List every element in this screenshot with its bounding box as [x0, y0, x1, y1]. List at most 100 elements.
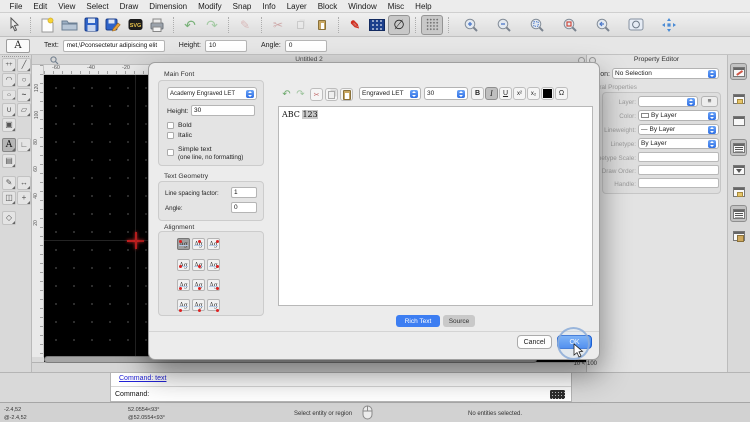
editor-cut-button[interactable]: ✂ [310, 88, 323, 101]
rich-text-editor[interactable]: ABC 123 [278, 106, 593, 306]
dock-list-panel-button[interactable] [730, 139, 747, 156]
zoom-redraw-button[interactable] [559, 15, 581, 35]
color-dropdown[interactable]: By Layer [638, 110, 719, 121]
bold-button[interactable]: B [471, 87, 484, 100]
dock-filter-panel-button[interactable] [730, 161, 747, 178]
underline-button[interactable]: U [499, 87, 512, 100]
zoom-window-button[interactable] [625, 15, 647, 35]
layer-menu-button[interactable]: ≡ [701, 96, 718, 107]
subscript-button[interactable]: x₂ [527, 87, 540, 100]
menu-layer[interactable]: Layer [281, 2, 312, 11]
align-bottom-right-button[interactable]: Ag [207, 279, 220, 291]
dock-property-editor-button[interactable] [730, 63, 747, 80]
menu-help[interactable]: Help [410, 2, 437, 11]
main-font-dropdown[interactable]: Academy Engraved LET [167, 87, 257, 100]
tool-ellipse-button[interactable]: ○ [2, 89, 16, 101]
align-top-center-button[interactable]: Ag [192, 238, 205, 250]
command-line[interactable]: Command: [111, 386, 571, 401]
keyboard-icon[interactable] [550, 390, 565, 399]
dock-library-panel-button[interactable] [730, 183, 747, 200]
menu-info[interactable]: Info [257, 2, 281, 11]
dock-clipboard-panel-button[interactable] [730, 227, 747, 244]
editor-copy-button[interactable] [325, 88, 338, 101]
align-bottom-left-button[interactable]: Ag [177, 279, 190, 291]
menu-modify[interactable]: Modify [193, 2, 228, 11]
geometry-angle-input[interactable] [231, 202, 257, 213]
align-middle-left-button[interactable]: Ag [177, 259, 190, 271]
menu-edit[interactable]: Edit [28, 2, 53, 11]
polyline-settings-button[interactable] [366, 15, 388, 35]
menu-block[interactable]: Block [312, 2, 343, 11]
dock-command-panel-button[interactable] [730, 205, 747, 222]
cut-button[interactable]: ✂ [267, 15, 289, 35]
tool-line-button[interactable]: ╱ [17, 58, 31, 72]
tool-image-button[interactable]: ▤ [2, 154, 16, 168]
menu-window[interactable]: Window [343, 2, 382, 11]
menu-select[interactable]: Select [81, 2, 114, 11]
pen-edit-button[interactable]: ✎ [344, 15, 366, 35]
align-middle-center-button[interactable]: Ag [192, 259, 205, 271]
dock-blank-panel-button[interactable] [730, 112, 747, 129]
pointer-tool-button[interactable] [3, 15, 25, 35]
undo-button[interactable]: ↶ [179, 15, 201, 35]
tool-shape-button[interactable]: ▱ [17, 103, 31, 117]
italic-button[interactable]: I [485, 87, 498, 100]
tool-circle-button[interactable]: ○ [17, 73, 31, 87]
draw-order-input[interactable] [638, 165, 719, 175]
align-top-right-button[interactable]: Ag [207, 238, 220, 250]
layer-dropdown[interactable] [638, 96, 698, 107]
bold-checkbox[interactable] [167, 122, 174, 129]
zoom-auto-button[interactable] [526, 15, 548, 35]
tool-arc-button[interactable]: ◠ [2, 73, 16, 87]
text-color-button[interactable] [541, 87, 554, 100]
menu-misc[interactable]: Misc [382, 2, 409, 11]
rich-text-tab[interactable]: Rich Text [396, 315, 440, 327]
selection-dropdown[interactable]: No Selection [612, 68, 719, 79]
source-tab[interactable]: Source [443, 315, 475, 327]
align-baseline-left-button[interactable]: Ag [177, 299, 190, 312]
tool-measure-button[interactable]: ✎ [2, 176, 16, 190]
cancel-button[interactable]: Cancel [517, 335, 552, 349]
align-top-left-button[interactable]: Ag [177, 238, 190, 250]
align-baseline-right-button[interactable]: Ag [207, 299, 220, 312]
linetype-scale-input[interactable] [638, 152, 719, 162]
snap-free-button[interactable]: ∅ [388, 14, 410, 35]
save-as-button[interactable] [102, 15, 124, 35]
superscript-button[interactable]: x² [513, 87, 526, 100]
menu-file[interactable]: File [4, 2, 28, 11]
align-middle-right-button[interactable]: Ag [207, 259, 220, 271]
angle-input[interactable] [284, 39, 327, 52]
height-input[interactable] [204, 39, 247, 52]
simple-text-checkbox[interactable] [167, 149, 174, 156]
tool-box3d-button[interactable]: ◇ [2, 211, 16, 225]
print-button[interactable] [146, 15, 168, 35]
editor-redo-button[interactable]: ↷ [294, 88, 307, 101]
zoom-pan-button[interactable] [658, 15, 680, 35]
menu-snap[interactable]: Snap [227, 2, 257, 11]
svg-export-button[interactable]: SVG [124, 15, 146, 35]
zoom-out-button[interactable] [493, 15, 515, 35]
tool-hatch-button[interactable]: ▣ [2, 118, 16, 132]
redo-button[interactable]: ↷ [201, 15, 223, 35]
tool-dimension-button[interactable]: ∟ [17, 138, 31, 152]
new-file-button[interactable] [36, 15, 58, 35]
tool-hdim-button[interactable]: ↔ [17, 176, 31, 190]
menu-view[interactable]: View [53, 2, 81, 11]
open-file-button[interactable] [58, 15, 80, 35]
menu-draw[interactable]: Draw [114, 2, 144, 11]
dialog-height-input[interactable] [191, 105, 255, 116]
handle-input[interactable] [638, 178, 719, 188]
text-input[interactable] [62, 39, 165, 52]
editor-size-dropdown[interactable]: 30 [424, 87, 468, 100]
italic-checkbox[interactable] [167, 132, 174, 139]
special-char-button[interactable]: Ω [555, 87, 568, 100]
zoom-in-button[interactable] [460, 15, 482, 35]
editor-undo-button[interactable]: ↶ [280, 88, 293, 101]
tool-polyline-button[interactable]: ∪ [2, 103, 16, 117]
align-bottom-center-button[interactable]: Ag [192, 279, 205, 291]
grid-toggle-button[interactable] [421, 14, 443, 35]
dock-layer-list-button[interactable] [730, 90, 747, 107]
draw-pen-button[interactable]: ✎ [234, 15, 256, 35]
paste-button[interactable] [311, 15, 333, 35]
align-baseline-center-button[interactable]: Ag [192, 299, 205, 312]
